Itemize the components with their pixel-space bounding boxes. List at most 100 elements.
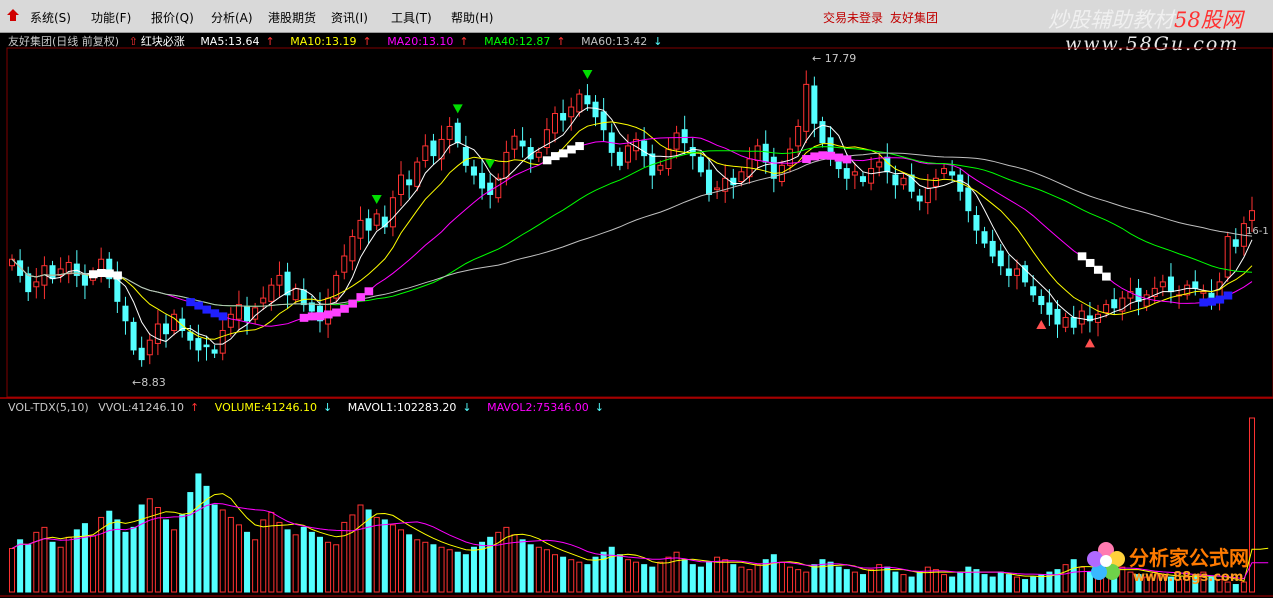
volume-bar [649,566,656,593]
volume-bar [179,514,186,593]
candle-body [227,313,234,328]
candle-body [876,161,883,168]
volume-bar [114,519,121,593]
candle-body [592,101,599,118]
indicator-block [202,305,212,314]
volume-bar [268,511,275,593]
candle-body [495,177,502,199]
candle-body [1062,317,1069,328]
volume-bar [511,534,518,593]
candle-body [697,156,704,173]
indicator-block [542,156,552,165]
volume-bar [916,571,923,593]
up-signal-arrow [1036,319,1047,329]
candle-body [997,250,1004,267]
volume-bar [560,556,567,593]
volume-bar [746,569,753,593]
volume-bar [689,564,696,593]
watermark-88gs-url: www.88gs.com [1133,570,1244,585]
volume-bar [568,559,575,593]
candle-body [1232,239,1239,247]
ma60-line [11,152,1253,307]
indicator-block [550,152,560,161]
indicator-block [105,269,114,278]
candle-body [203,344,210,348]
volume-bar [778,561,785,593]
candle-body [292,287,299,301]
volume-bar [892,571,899,593]
volume-bar [576,561,583,593]
volume-bar [754,564,761,593]
volume-bar [462,554,469,593]
indicator-block [356,293,366,302]
candle-body [803,83,810,132]
candle-body [438,138,445,160]
indicator-block [842,155,852,164]
candle-body [398,174,405,195]
indicator-block [810,152,819,161]
volume-bar [65,536,72,593]
volume-bar [770,554,777,593]
volume-bar [795,569,802,593]
volume-bar [957,571,964,593]
indicator-block [364,287,374,296]
candle-body [17,260,24,276]
indicator-block [834,153,844,162]
indicator-block [97,269,106,277]
volume-bar [827,561,834,593]
candle-body [65,261,72,275]
ma20-line [11,136,1253,327]
candle-body [235,304,242,320]
volume-bar [851,571,858,593]
volume-bar [543,549,550,593]
candle-body [859,176,866,183]
candle-body [219,329,226,354]
candle-body [154,323,161,344]
candle-body [568,106,575,118]
volume-bar [1005,574,1012,593]
candle-body [406,179,413,186]
volume-bar [608,546,615,593]
volume-bar [454,551,461,593]
volume-bar [389,524,396,593]
candle-body [130,321,137,351]
candle-body [1046,302,1053,315]
candle-body [341,255,348,273]
candle-body [657,164,664,171]
candle-body [462,147,469,166]
candle-body [762,143,769,163]
candle-body [244,305,251,322]
candle-body [357,219,364,239]
candle-body [1030,286,1037,296]
candle-body [479,172,486,189]
volume-bar [276,521,283,593]
volume-bar [130,526,137,593]
indicator-block [324,310,333,319]
volume-bar [373,516,380,593]
kline-chart[interactable]: ← 17.79 ←8.83 16-1 [0,0,1273,598]
volume-bar [406,534,413,593]
candle-body [600,111,607,131]
volume-bar [187,492,194,593]
volume-bar [616,554,623,593]
volume-bar [341,521,348,593]
candle-body [924,187,931,204]
indicator-block [1077,252,1087,261]
candle-body [1070,317,1077,328]
volume-bar [876,564,883,593]
candle-body [641,140,648,157]
volume-bar [932,569,939,593]
indicator-block [210,309,220,318]
volume-bar [244,531,251,593]
indicator-block [575,142,584,151]
candle-body [25,273,32,293]
ma40-line [11,146,1253,307]
volume-bar [1232,584,1239,593]
candle-body [49,265,56,280]
high-price-label: ← 17.79 [812,52,856,65]
volume-bar [17,539,24,593]
candle-body [1208,292,1215,299]
buy-signal-arrow [582,70,593,80]
volume-bar [57,546,64,593]
volume-bar [584,564,591,593]
